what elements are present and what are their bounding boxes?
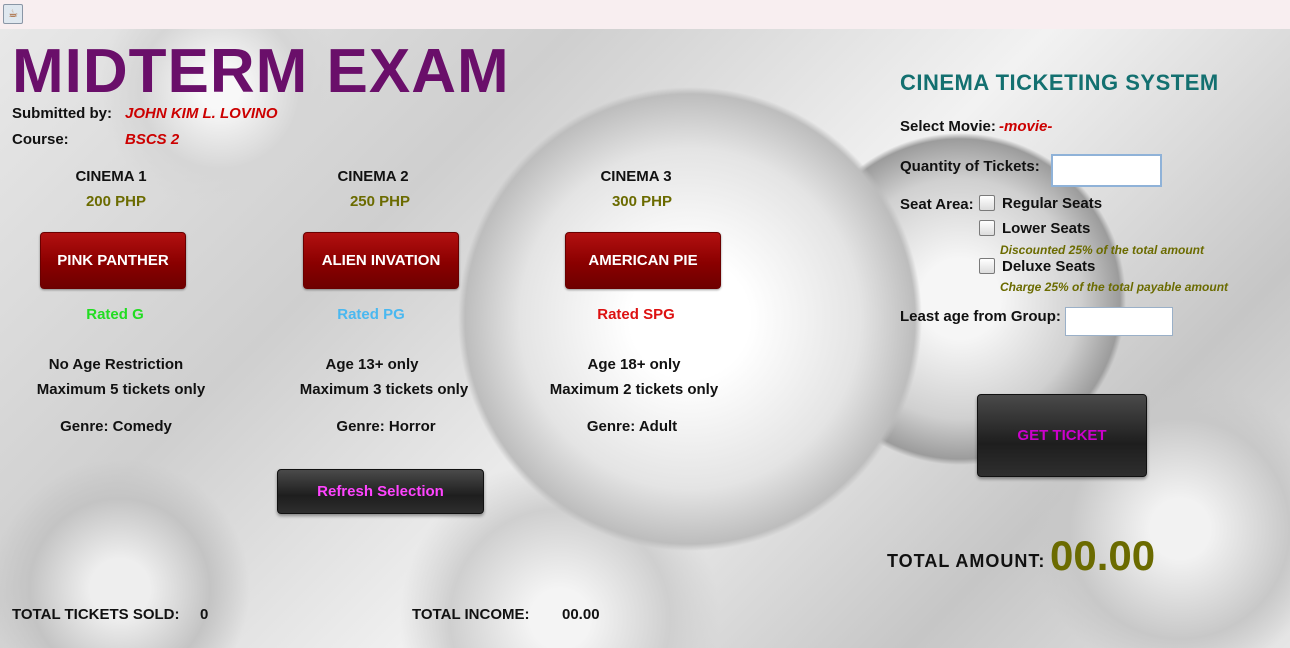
lower-seats-label: Lower Seats xyxy=(1002,220,1091,237)
least-age-label: Least age from Group: xyxy=(900,308,1061,325)
total-amount-label: TOTAL AMOUNT: xyxy=(887,551,1046,571)
window-title-bar: ☕ xyxy=(0,0,1290,30)
lower-seats-discount-note: Discounted 25% of the total amount xyxy=(1000,243,1205,257)
least-age-input[interactable] xyxy=(1065,307,1173,336)
total-income-label: TOTAL INCOME: xyxy=(412,606,530,623)
cinema-2-name: CINEMA 2 xyxy=(337,168,409,185)
total-tickets-sold-label: TOTAL TICKETS SOLD: xyxy=(12,606,180,623)
cinema-1-rating: Rated G xyxy=(86,306,144,323)
refresh-selection-button[interactable]: Refresh Selection xyxy=(277,469,484,514)
cinema-1-genre: Genre: Comedy xyxy=(60,418,172,435)
cinema-3-max-tickets: Maximum 2 tickets only xyxy=(549,381,719,398)
deluxe-seats-checkbox[interactable] xyxy=(979,258,995,274)
system-title: CINEMA TICKETING SYSTEM xyxy=(900,70,1219,95)
cinema-1-age: No Age Restriction xyxy=(48,356,184,373)
cinema-1-max-tickets: Maximum 5 tickets only xyxy=(36,381,206,398)
course-label: Course: xyxy=(12,131,69,148)
cinema-3-name: CINEMA 3 xyxy=(600,168,672,185)
cinema-3-price: 300 PHP xyxy=(611,193,673,210)
cinema-2-rating: Rated PG xyxy=(337,306,405,323)
get-ticket-button[interactable]: GET TICKET xyxy=(977,394,1147,477)
regular-seats-checkbox[interactable] xyxy=(979,195,995,211)
cinema-2-max-tickets: Maximum 3 tickets only xyxy=(299,381,469,398)
cinema-2-age: Age 13+ only xyxy=(325,356,419,373)
quantity-label: Quantity of Tickets: xyxy=(900,158,1040,175)
deluxe-seats-label: Deluxe Seats xyxy=(1002,258,1096,275)
total-tickets-sold-value: 0 xyxy=(200,606,209,623)
cinema-3-rating: Rated SPG xyxy=(597,306,675,323)
deluxe-seats-charge-note: Charge 25% of the total payable amount xyxy=(1000,280,1229,294)
java-app-icon[interactable]: ☕ xyxy=(3,4,23,24)
submitted-by-value: JOHN KIM L. LOVINO xyxy=(125,105,278,122)
pink-panther-button[interactable]: PINK PANTHER xyxy=(40,232,186,289)
cinema-3-genre: Genre: Adult xyxy=(586,418,678,435)
cinema-2-price: 250 PHP xyxy=(349,193,411,210)
submitted-by-label: Submitted by: xyxy=(12,105,112,122)
page-title: MIDTERM EXAM xyxy=(12,37,510,106)
seat-area-label: Seat Area: xyxy=(900,196,974,213)
main-panel: MIDTERM EXAM Submitted by: JOHN KIM L. L… xyxy=(0,29,1290,648)
cinema-2-genre: Genre: Horror xyxy=(336,418,436,435)
selected-movie-value: -movie- xyxy=(999,118,1053,135)
cinema-1-name: CINEMA 1 xyxy=(75,168,147,185)
total-income-value: 00.00 xyxy=(562,606,600,623)
cinema-1-price: 200 PHP xyxy=(85,193,147,210)
quantity-input[interactable] xyxy=(1051,154,1162,187)
american-pie-button[interactable]: AMERICAN PIE xyxy=(565,232,721,289)
lower-seats-checkbox[interactable] xyxy=(979,220,995,236)
total-amount-value: 00.00 xyxy=(1050,532,1156,579)
alien-invation-button[interactable]: ALIEN INVATION xyxy=(303,232,459,289)
course-value: BSCS 2 xyxy=(125,131,180,148)
cinema-3-age: Age 18+ only xyxy=(587,356,681,373)
regular-seats-label: Regular Seats xyxy=(1002,195,1103,212)
select-movie-label: Select Movie: xyxy=(900,118,996,135)
